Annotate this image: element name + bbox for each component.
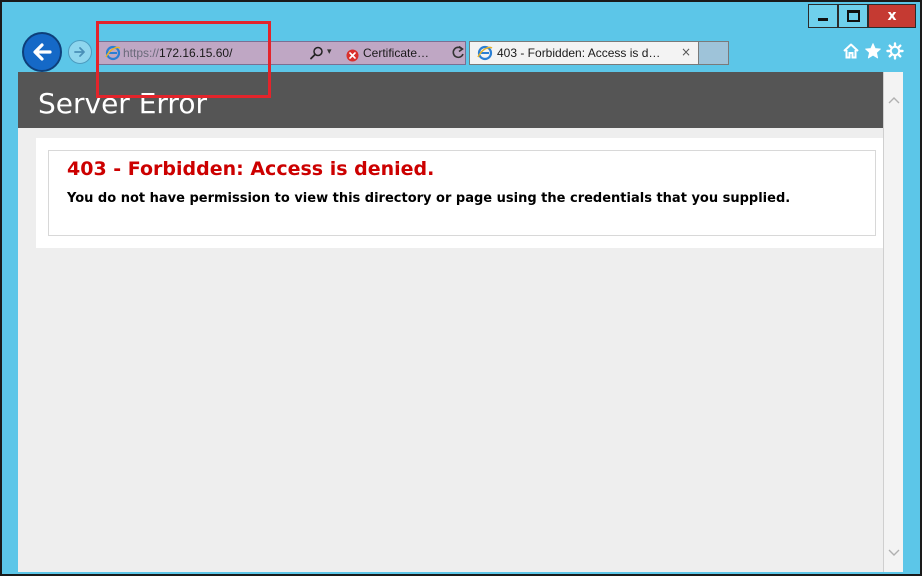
error-heading: 403 - Forbidden: Access is denied. xyxy=(67,158,435,180)
new-tab-button[interactable] xyxy=(699,41,729,65)
home-icon[interactable] xyxy=(842,42,860,64)
back-arrow-icon xyxy=(33,43,52,61)
scroll-up-icon[interactable] xyxy=(888,90,900,109)
browser-window: x https://172.16.15.60/ ▾ Certificate… 4… xyxy=(0,0,922,576)
error-message: You do not have permission to view this … xyxy=(67,191,791,206)
close-button[interactable]: x xyxy=(868,4,916,28)
forward-button[interactable] xyxy=(68,40,92,64)
internet-explorer-icon xyxy=(477,45,493,65)
annotation-highlight-box xyxy=(96,21,271,98)
error-panel: 403 - Forbidden: Access is denied. You d… xyxy=(36,138,888,248)
back-button[interactable] xyxy=(22,32,62,72)
vertical-scrollbar[interactable] xyxy=(883,72,903,572)
maximize-button[interactable] xyxy=(838,4,868,28)
forward-arrow-icon xyxy=(74,47,85,57)
search-dropdown-icon[interactable]: ▾ xyxy=(327,47,332,57)
tab-close-icon[interactable]: × xyxy=(681,45,691,59)
close-icon: x xyxy=(887,8,897,24)
tab-forbidden[interactable]: 403 - Forbidden: Access is d… × xyxy=(469,41,699,65)
certificate-error-label[interactable]: Certificate… xyxy=(363,46,429,60)
minimize-button[interactable] xyxy=(808,4,838,28)
tab-title: 403 - Forbidden: Access is d… xyxy=(497,46,661,60)
error-content-box: 403 - Forbidden: Access is denied. You d… xyxy=(48,150,876,236)
gear-icon[interactable] xyxy=(886,42,904,64)
scroll-down-icon[interactable] xyxy=(888,543,900,562)
certificate-error-icon[interactable] xyxy=(346,47,359,66)
star-icon[interactable] xyxy=(864,42,882,64)
search-icon[interactable] xyxy=(309,45,325,65)
maximize-icon xyxy=(846,10,860,22)
refresh-icon[interactable] xyxy=(451,45,465,65)
page-viewport: Server Error 403 - Forbidden: Access is … xyxy=(18,72,903,572)
minimize-icon xyxy=(818,18,828,21)
